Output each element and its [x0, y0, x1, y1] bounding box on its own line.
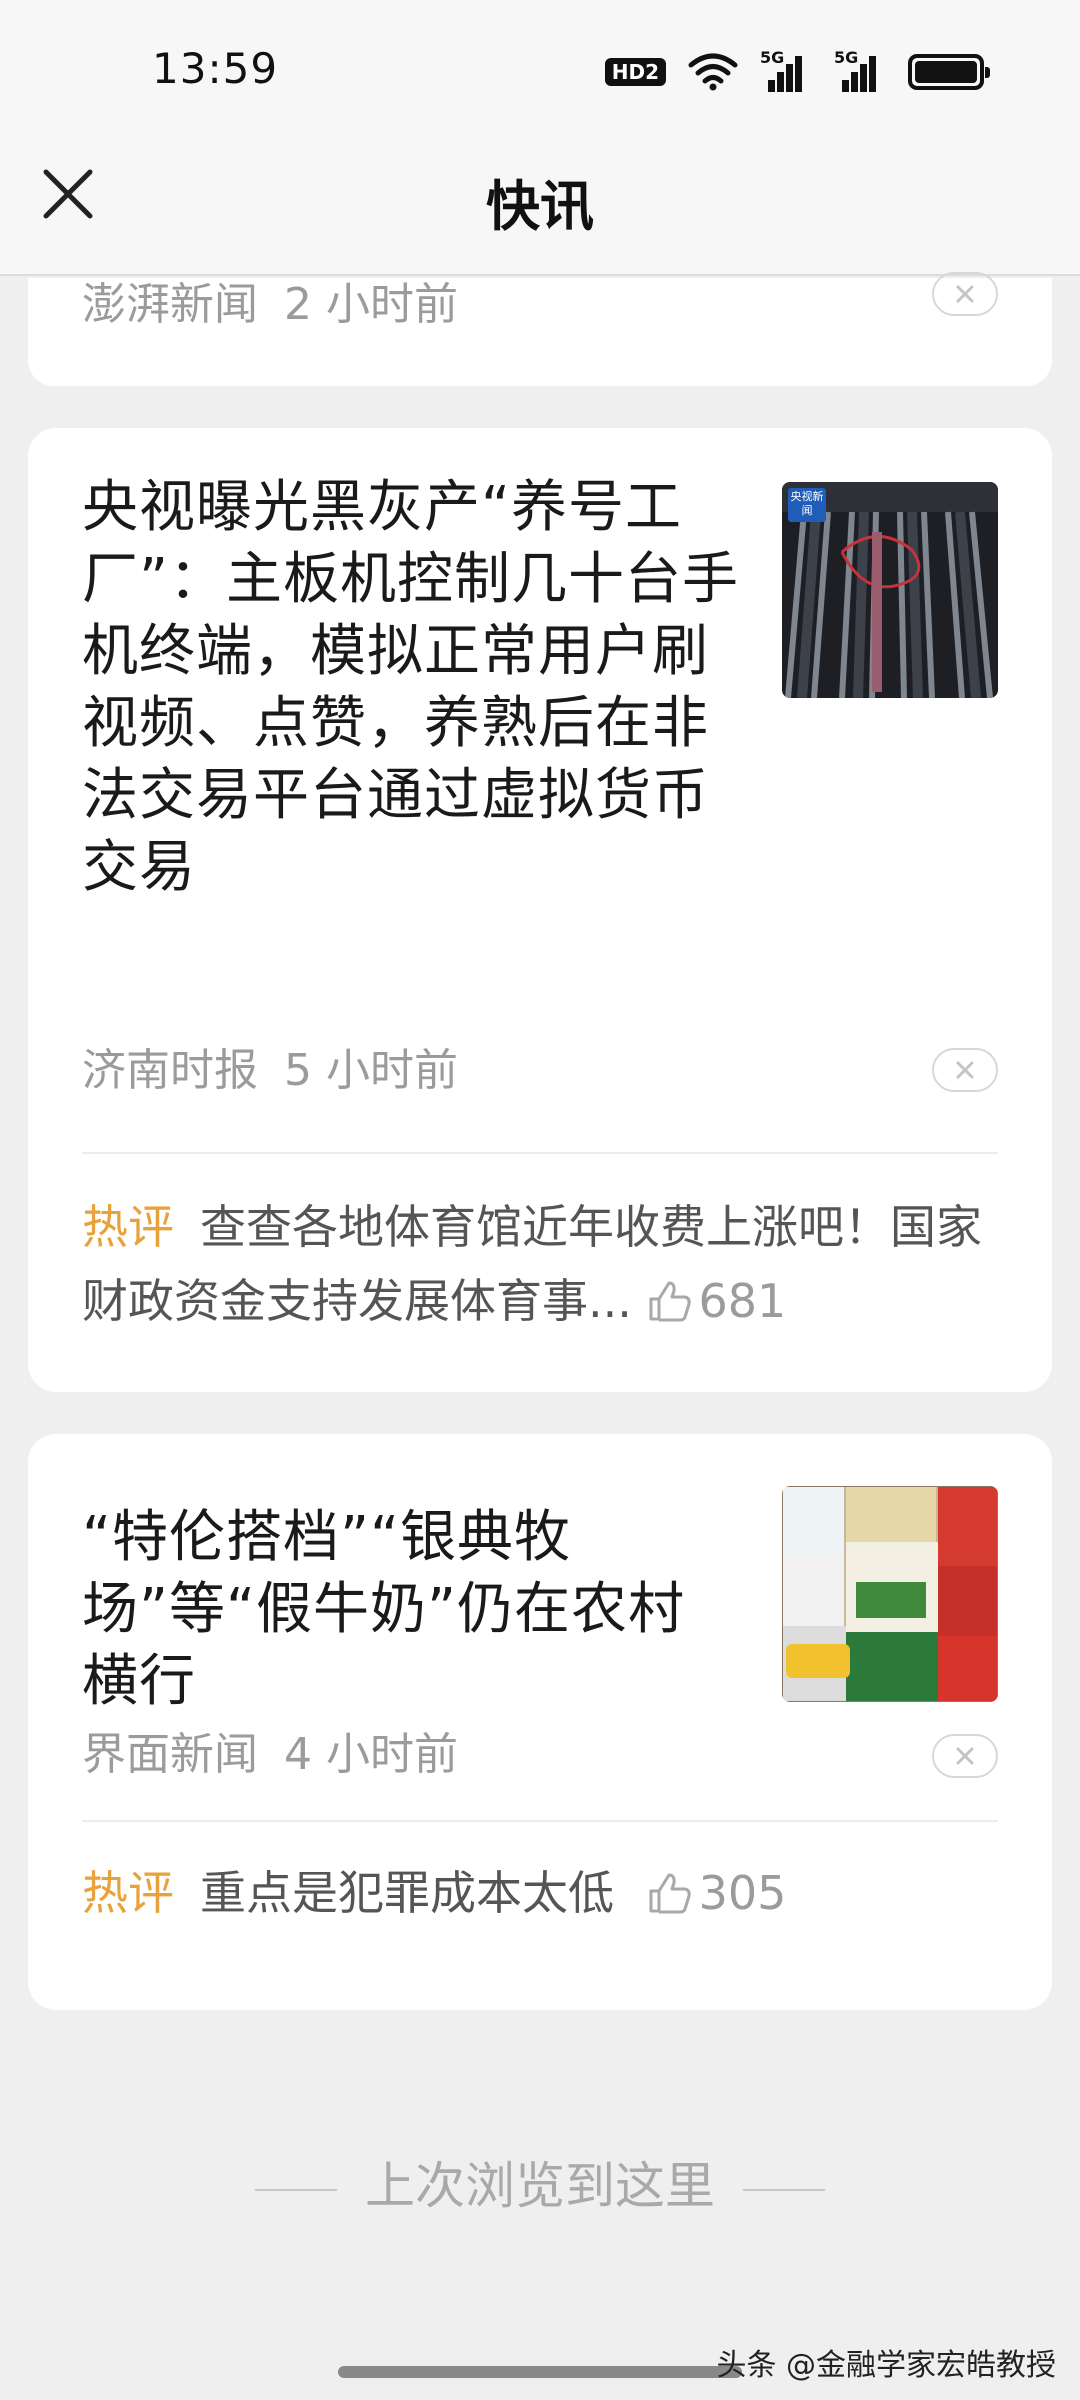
news-card[interactable]: 央视曝光黑灰产“养号工厂”：主板机控制几十台手机终端，模拟正常用户刷视频、点赞，…: [28, 428, 1052, 1392]
dismiss-button[interactable]: [932, 1048, 998, 1092]
news-time: 2 小时前: [284, 279, 458, 330]
wifi-icon: [688, 53, 738, 91]
like-count[interactable]: 681: [647, 1274, 786, 1328]
like-count[interactable]: 305: [647, 1866, 786, 1920]
news-time: 5 小时前: [284, 1045, 458, 1096]
cellular-signal-icon: 5G: [834, 48, 886, 92]
divider-line: [743, 2188, 825, 2191]
news-time: 4 小时前: [284, 1729, 458, 1780]
news-source: 济南时报: [82, 1045, 258, 1096]
close-icon: [956, 1747, 974, 1765]
news-meta: 济南时报 5 小时前: [82, 1034, 458, 1098]
hot-comment-label: 热评: [82, 1866, 174, 1920]
watermark: 头条 @金融学家宏皓教授: [716, 2348, 1056, 2383]
news-headline[interactable]: 央视曝光黑灰产“养号工厂”：主板机控制几十台手机终端，模拟正常用户刷视频、点赞，…: [82, 472, 742, 904]
dismiss-button[interactable]: [932, 1734, 998, 1778]
news-meta: 澎湃新闻 2 小时前: [82, 268, 458, 332]
cellular-signal-icon: 5G: [760, 48, 812, 92]
news-thumbnail[interactable]: [782, 1486, 998, 1702]
news-card[interactable]: “特伦搭档”“银典牧场”等“假牛奶”仍在农村横行 界面新闻 4 小时前 热评 重…: [28, 1434, 1052, 2010]
divider: [82, 1820, 998, 1822]
status-bar: 13:59 HD2 5G 5G: [0, 0, 1080, 140]
dismiss-button[interactable]: [932, 272, 998, 316]
hd-voice-icon: HD2: [604, 58, 666, 86]
news-thumbnail[interactable]: 央视新闻: [782, 482, 998, 698]
hot-comment-text: 查查各地体育馆近年收费上涨吧！国家财政资金支持发展体育事...: [82, 1200, 982, 1328]
news-meta: 界面新闻 4 小时前: [82, 1718, 458, 1782]
hot-comment[interactable]: 热评 查查各地体育馆近年收费上涨吧！国家财政资金支持发展体育事... 681: [82, 1190, 1002, 1338]
news-source: 界面新闻: [82, 1729, 258, 1780]
hot-comment-label: 热评: [82, 1200, 174, 1254]
news-headline[interactable]: “特伦搭档”“银典牧场”等“假牛奶”仍在农村横行: [82, 1502, 742, 1718]
thumbs-up-icon: [649, 1873, 691, 1914]
hot-comment[interactable]: 热评 重点是犯罪成本太低 305: [82, 1856, 1002, 1930]
home-indicator[interactable]: [338, 2366, 742, 2378]
divider-line: [255, 2188, 337, 2191]
hot-comment-text: 重点是犯罪成本太低: [200, 1866, 614, 1920]
news-card-partial[interactable]: 澎湃新闻 2 小时前: [28, 272, 1052, 386]
thumb-badge: 央视新闻: [790, 490, 824, 517]
status-icons: HD2 5G 5G: [604, 48, 990, 92]
close-icon: [956, 1061, 974, 1079]
page-title: 快讯: [486, 175, 594, 238]
last-viewed-label: 上次浏览到这里: [365, 2157, 715, 2215]
last-viewed-marker[interactable]: 上次浏览到这里: [0, 2146, 1080, 2218]
thumbs-up-icon: [649, 1281, 691, 1322]
milk-boxes-image: [782, 1486, 998, 1702]
battery-icon: [908, 54, 990, 90]
status-time: 13:59: [152, 44, 279, 93]
news-source: 澎湃新闻: [82, 279, 258, 330]
divider: [82, 1152, 998, 1154]
close-icon: [956, 285, 974, 303]
